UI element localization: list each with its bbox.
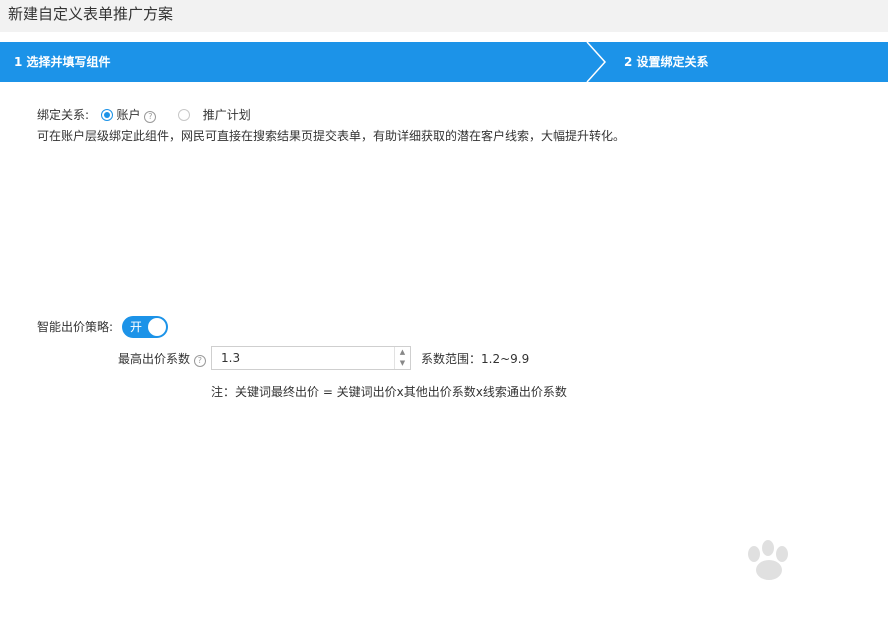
radio-account[interactable] (100, 109, 113, 121)
smart-bid-toggle[interactable]: 开 (122, 316, 168, 338)
max-coef-label-row: 最高出价系数 ? (118, 351, 206, 367)
max-coef-label: 最高出价系数 (118, 352, 191, 366)
toggle-state-label: 开 (130, 320, 143, 334)
step-2-label[interactable]: 2 设置绑定关系 (624, 42, 709, 82)
radio-campaign[interactable] (178, 109, 191, 121)
help-icon[interactable]: ? (193, 355, 206, 367)
step-bar-background (0, 42, 888, 82)
bid-formula-note: 注：关键词最终出价 = 关键词出价x其他出价系数x线索通出价系数 (211, 385, 567, 399)
window-titlebar: 新建自定义表单推广方案 (0, 0, 888, 32)
help-icon[interactable]: ? (144, 111, 157, 123)
radio-account-label[interactable]: 账户 (117, 108, 141, 122)
max-coef-stepper[interactable]: ▲ ▼ (211, 346, 411, 370)
baidu-jingyan-watermark (680, 530, 870, 610)
binding-label: 绑定关系: (37, 108, 90, 122)
binding-description: 可在账户层级绑定此组件，网民可直接在搜索结果页提交表单，有助详细获取的潜在客户线… (37, 129, 626, 143)
chevron-down-icon[interactable]: ▼ (395, 358, 410, 369)
toggle-knob (148, 318, 166, 336)
smart-bid-label: 智能出价策略: (37, 320, 114, 334)
radio-campaign-label[interactable]: 推广计划 (203, 108, 251, 122)
binding-row: 绑定关系: 账户 ? 推广计划 (37, 107, 251, 123)
step-progress-bar: 1 选择并填写组件 2 设置绑定关系 (0, 42, 888, 82)
chevron-up-icon[interactable]: ▲ (395, 347, 410, 358)
max-coef-input[interactable] (212, 347, 401, 369)
coef-range-text: 系数范围：1.2~9.9 (421, 352, 530, 366)
window-title: 新建自定义表单推广方案 (8, 5, 174, 23)
stepper-buttons: ▲ ▼ (394, 347, 410, 369)
watermark-logo (748, 540, 788, 580)
step-1-label[interactable]: 1 选择并填写组件 (14, 42, 111, 82)
